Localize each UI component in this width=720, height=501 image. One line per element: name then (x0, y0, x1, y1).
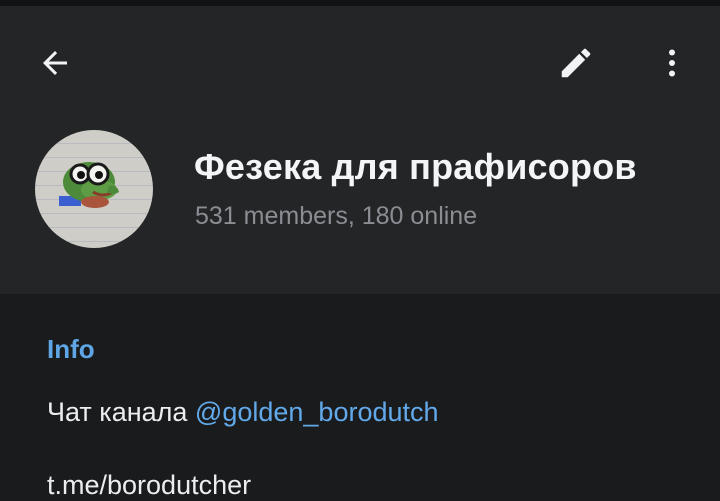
info-section: Info Чат канала @golden_borodutch t.me/b… (0, 294, 720, 500)
chat-description: Чат канала @golden_borodutch (47, 397, 439, 428)
chat-avatar[interactable] (35, 130, 153, 248)
more-options-button[interactable] (644, 35, 700, 91)
pencil-icon (561, 48, 591, 78)
more-vertical-icon (669, 49, 675, 77)
info-heading: Info (47, 334, 95, 364)
description-text: Чат канала (47, 397, 195, 427)
edit-button[interactable] (548, 35, 604, 91)
arrow-left-icon (43, 51, 67, 75)
channel-mention-link[interactable]: @golden_borodutch (195, 397, 439, 427)
member-count: 531 members, 180 online (195, 202, 478, 230)
invite-link[interactable]: t.me/borodutcher (47, 470, 251, 501)
chat-title: Фезека для прафисоров (194, 146, 637, 187)
pepe-frog-avatar-icon (59, 162, 119, 208)
chat-profile-header: Фезека для прафисоров 531 members, 180 o… (0, 6, 720, 294)
back-button[interactable] (27, 35, 83, 91)
